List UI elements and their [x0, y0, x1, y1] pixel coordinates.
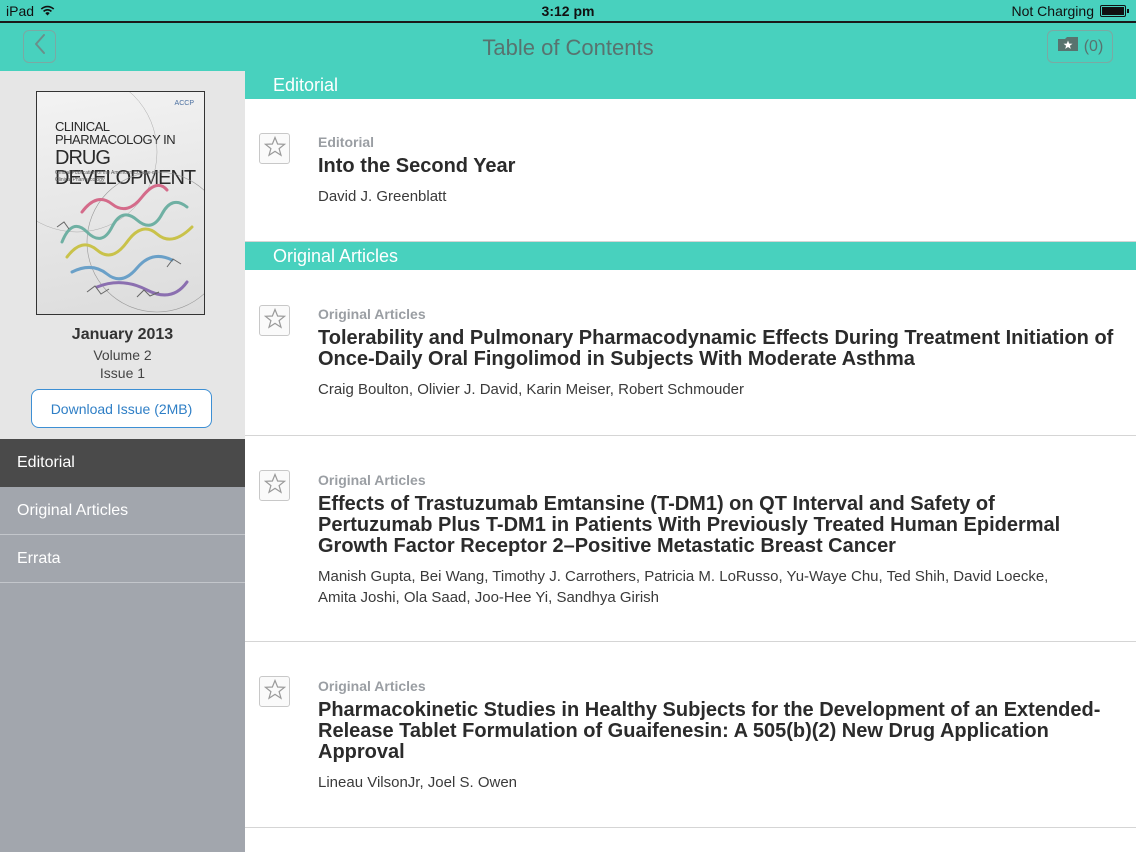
status-time: 3:12 pm	[541, 3, 595, 19]
issue-cover-image[interactable]: ACCP CLINICAL PHARMACOLOGY IN DRUG DEVEL…	[36, 91, 205, 315]
article-section-label: Original Articles	[318, 678, 426, 694]
battery-icon	[1100, 5, 1129, 17]
charging-status: Not Charging	[1011, 3, 1095, 19]
star-outline-icon	[263, 678, 286, 705]
article-authors: Lineau VilsonJr, Joel S. Owen	[318, 774, 518, 791]
favorites-button[interactable]: (0)	[1047, 30, 1113, 63]
sidebar-item-original-articles[interactable]: Original Articles	[0, 487, 245, 535]
article-title[interactable]: Pharmacokinetic Studies in Healthy Subje…	[318, 700, 1118, 763]
sidebar-item-editorial[interactable]: Editorial	[0, 439, 245, 487]
issue-volume: Volume 2	[93, 347, 152, 363]
article-title[interactable]: Effects of Trastuzumab Emtansine (T-DM1)…	[318, 494, 1118, 557]
article-authors: Manish Gupta, Bei Wang, Timothy J. Carro…	[318, 568, 1049, 606]
article-row[interactable]: Original Articles Pharmacokinetic Studie…	[245, 642, 1136, 828]
page-title: Table of Contents	[482, 35, 654, 60]
favorites-count: (0)	[1083, 37, 1104, 55]
star-outline-icon	[263, 307, 286, 334]
status-right: Not Charging	[1011, 3, 1129, 19]
star-outline-icon	[263, 472, 286, 499]
nav-bar: Table of Contents (0)	[0, 23, 1136, 71]
article-authors: Craig Boulton, Olivier J. David, Karin M…	[318, 381, 745, 398]
article-title[interactable]: Into the Second Year	[318, 156, 1118, 177]
star-outline-icon	[263, 135, 286, 162]
status-bar: iPad 3:12 pm Not Charging	[0, 0, 1136, 22]
table-of-contents: Editorial Editorial Into the Second Year…	[245, 71, 1136, 852]
cover-molecule-art	[37, 92, 204, 313]
article-authors: David J. Greenblatt	[318, 188, 447, 205]
download-issue-button[interactable]: Download Issue (2MB)	[31, 389, 212, 428]
article-section-label: Original Articles	[318, 306, 426, 322]
section-header-original-articles: Original Articles	[245, 242, 1136, 270]
article-title[interactable]: Tolerability and Pulmonary Pharmacodynam…	[318, 328, 1118, 370]
article-row[interactable]: Editorial Into the Second Year David J. …	[245, 99, 1136, 242]
favorite-toggle[interactable]	[259, 305, 290, 336]
favorite-toggle[interactable]	[259, 133, 290, 164]
article-section-label: Original Articles	[318, 472, 426, 488]
favorite-toggle[interactable]	[259, 676, 290, 707]
article-row[interactable]: Original Articles Effects of Trastuzumab…	[245, 436, 1136, 642]
article-section-label: Editorial	[318, 134, 375, 150]
star-folder-icon	[1057, 36, 1079, 57]
issue-number: Issue 1	[99, 365, 146, 381]
issue-date: January 2013	[71, 326, 174, 343]
article-row[interactable]: Original Articles Tolerability and Pulmo…	[245, 270, 1136, 436]
sidebar: ACCP CLINICAL PHARMACOLOGY IN DRUG DEVEL…	[0, 71, 245, 852]
section-header-editorial: Editorial	[245, 71, 1136, 99]
issue-panel: ACCP CLINICAL PHARMACOLOGY IN DRUG DEVEL…	[0, 71, 245, 439]
favorite-toggle[interactable]	[259, 470, 290, 501]
sidebar-item-errata[interactable]: Errata	[0, 535, 245, 583]
